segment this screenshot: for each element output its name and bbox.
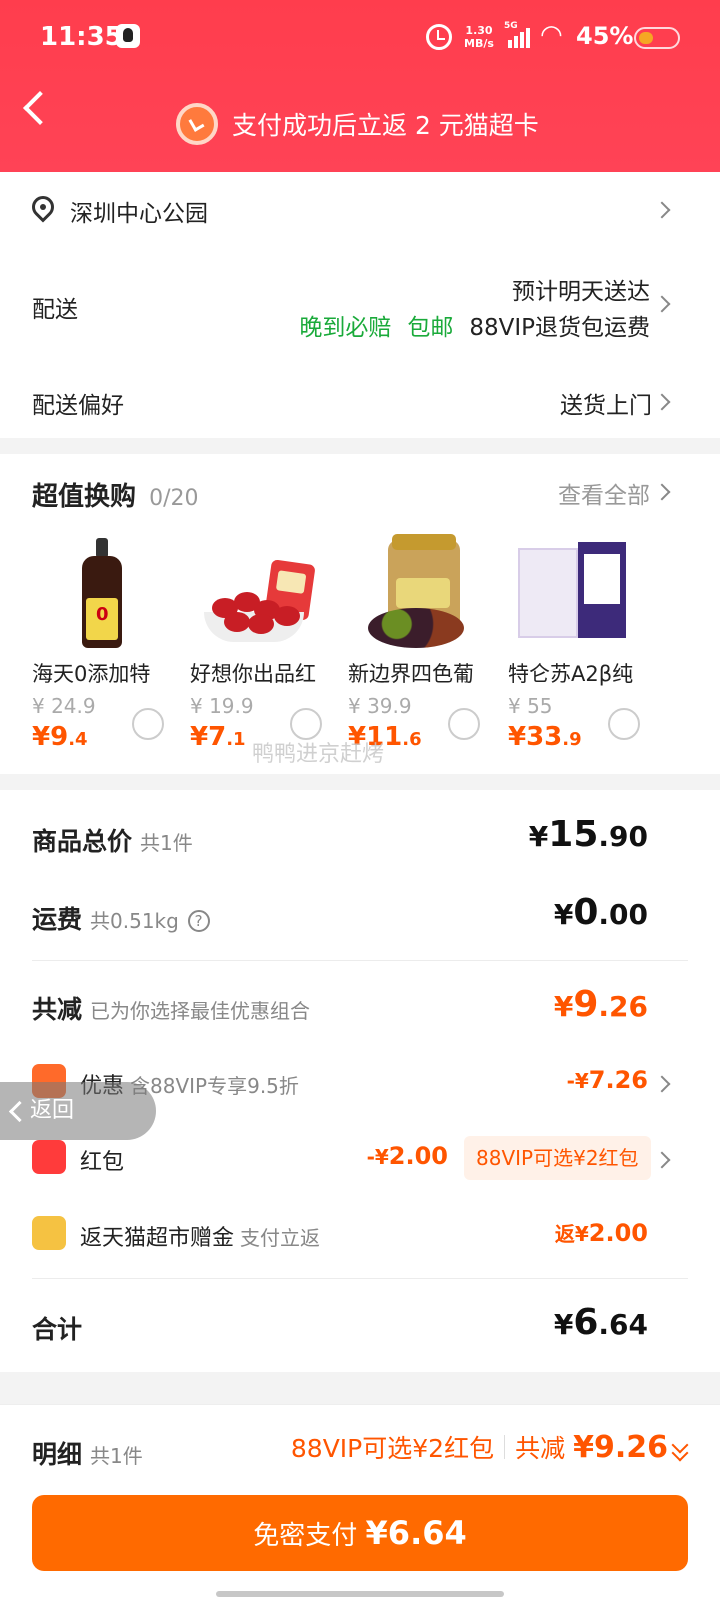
product-price: ¥33.9	[508, 722, 582, 752]
select-radio[interactable]	[448, 708, 480, 740]
discount-sub: 含88VIP专享9.5折	[130, 1074, 299, 1098]
swap-count: 0/20	[149, 486, 199, 511]
discount-value[interactable]: -¥7.26	[567, 1066, 648, 1094]
product-name: 好想你出品红	[190, 662, 316, 686]
back-icon[interactable]	[23, 91, 57, 125]
product-name: 海天0添加特	[32, 662, 151, 686]
product-image	[32, 538, 162, 648]
pay-amount: ¥6.64	[365, 1514, 467, 1552]
product-image	[348, 534, 478, 648]
product-price: ¥7.1	[190, 722, 246, 752]
clock-icon	[176, 103, 218, 145]
redpack-value: -¥2.00	[366, 1142, 448, 1170]
swap-title-text: 超值换购	[32, 482, 137, 512]
delivery-pref-row[interactable]: 配送偏好 送货上门	[0, 368, 720, 434]
grand-total-label: 合计	[32, 1315, 83, 1344]
delivery-tags: 晚到必赔 包邮 88VIP退货包运费	[299, 308, 650, 342]
pay-label: 免密支付	[253, 1521, 358, 1551]
watermark: 鸭鸭进京赶烤	[252, 742, 385, 767]
detail-label[interactable]: 明细 共1件	[32, 1435, 143, 1471]
alarm-icon	[426, 24, 452, 50]
address-text: 深圳中心公园	[70, 201, 208, 227]
battery-percent: 45%	[576, 22, 634, 50]
product-name: 特仑苏A2β纯	[508, 662, 634, 686]
select-radio[interactable]	[608, 708, 640, 740]
product-image	[508, 538, 638, 648]
vip-return: 88VIP退货包运费	[469, 315, 650, 341]
chevron-right-icon	[653, 201, 671, 219]
gift-card-icon	[32, 1216, 66, 1250]
goods-total-price: ¥15.90	[528, 814, 648, 855]
divider	[32, 960, 688, 961]
product-original-price: ¥ 24.9	[32, 694, 96, 718]
chevron-right-icon	[653, 393, 671, 411]
select-radio[interactable]	[132, 708, 164, 740]
vip-redpack-chip[interactable]: 88VIP可选¥2红包	[464, 1136, 651, 1180]
product-image	[190, 538, 320, 648]
checkout-bar: 明细 共1件 88VIP可选¥2红包 共减 ¥9.26 免密支付 ¥6.64	[0, 1404, 720, 1600]
detail-count: 共1件	[90, 1444, 143, 1468]
product-name: 新边界四色葡	[348, 662, 474, 686]
product-original-price: ¥ 39.9	[348, 694, 412, 718]
goods-count: 共1件	[140, 831, 193, 855]
chevron-right-icon	[653, 295, 671, 313]
shipping-price: ¥0.00	[553, 892, 648, 933]
delivery-pref-value: 送货上门	[560, 393, 652, 419]
product-original-price: ¥ 55	[508, 694, 553, 718]
shipping-weight: 共0.51kg	[90, 909, 179, 933]
chevron-right-icon	[653, 483, 671, 501]
redpack-label: 红包	[80, 1150, 125, 1175]
help-icon[interactable]: ?	[187, 910, 210, 932]
reduce-label: 共减	[515, 1434, 566, 1463]
wifi-icon: ◠	[540, 20, 563, 50]
divider	[32, 1278, 688, 1279]
shipping-label: 运费 共0.51kg ?	[32, 900, 210, 936]
delivery-pref-label: 配送偏好	[32, 393, 124, 419]
view-all-link[interactable]: 查看全部	[558, 476, 650, 510]
vip-redpack-hint: 88VIP可选¥2红包	[290, 1434, 495, 1463]
status-bar: 11:35 1.30 MB/s 5G ◠ 45%	[0, 0, 720, 76]
tag-free-shipping: 包邮	[407, 315, 454, 341]
product-original-price: ¥ 19.9	[190, 694, 254, 718]
total-reduce-label: 共减 已为你选择最佳优惠组合	[32, 995, 311, 1024]
header: 11:35 1.30 MB/s 5G ◠ 45% 支付成功后立返 2 元猫超卡	[0, 0, 720, 172]
grand-total-price: ¥6.64	[553, 1302, 648, 1343]
delivery-eta: 预计明天送达	[512, 279, 650, 305]
total-reduce-price: ¥9.26	[553, 984, 648, 1025]
location-pin-icon	[27, 191, 59, 223]
swap-title: 超值换购 0/20	[32, 476, 198, 513]
floating-back-button[interactable]: 返回	[0, 1082, 156, 1140]
cashback-value: 返¥2.00	[554, 1219, 648, 1247]
promo-text: 支付成功后立返 2 元猫超卡	[232, 111, 539, 140]
qq-icon	[116, 24, 140, 48]
tag-late-compensation: 晚到必赔	[299, 315, 392, 341]
address-row[interactable]: 深圳中心公园	[0, 172, 720, 244]
cashback-label: 返天猫超市赠金 支付立返	[80, 1226, 321, 1251]
reduce-amount: ¥9.26	[573, 1430, 668, 1465]
product-price: ¥9.4	[32, 722, 88, 752]
signal-icon	[506, 24, 534, 48]
cashback-sub: 支付立返	[240, 1226, 321, 1250]
home-indicator[interactable]	[216, 1591, 504, 1597]
status-time: 11:35	[40, 22, 123, 52]
red-packet-icon	[32, 1140, 66, 1174]
delivery-row[interactable]: 配送 预计明天送达 晚到必赔 包邮 88VIP退货包运费	[0, 260, 720, 350]
pay-button[interactable]: 免密支付 ¥6.64	[32, 1495, 688, 1571]
cashback-promo: 支付成功后立返 2 元猫超卡	[176, 102, 539, 146]
detail-summary[interactable]: 88VIP可选¥2红包 共减 ¥9.26	[291, 1429, 668, 1465]
delivery-label: 配送	[32, 297, 78, 323]
delivery-card: 深圳中心公园 配送 预计明天送达 晚到必赔 包邮 88VIP退货包运费 配送偏好…	[0, 172, 720, 438]
reduce-sub: 已为你选择最佳优惠组合	[90, 999, 311, 1023]
separator	[504, 1435, 506, 1459]
goods-total-label: 商品总价 共1件	[32, 827, 193, 856]
battery-icon	[634, 27, 680, 49]
net-speed: 1.30 MB/s	[464, 24, 494, 50]
